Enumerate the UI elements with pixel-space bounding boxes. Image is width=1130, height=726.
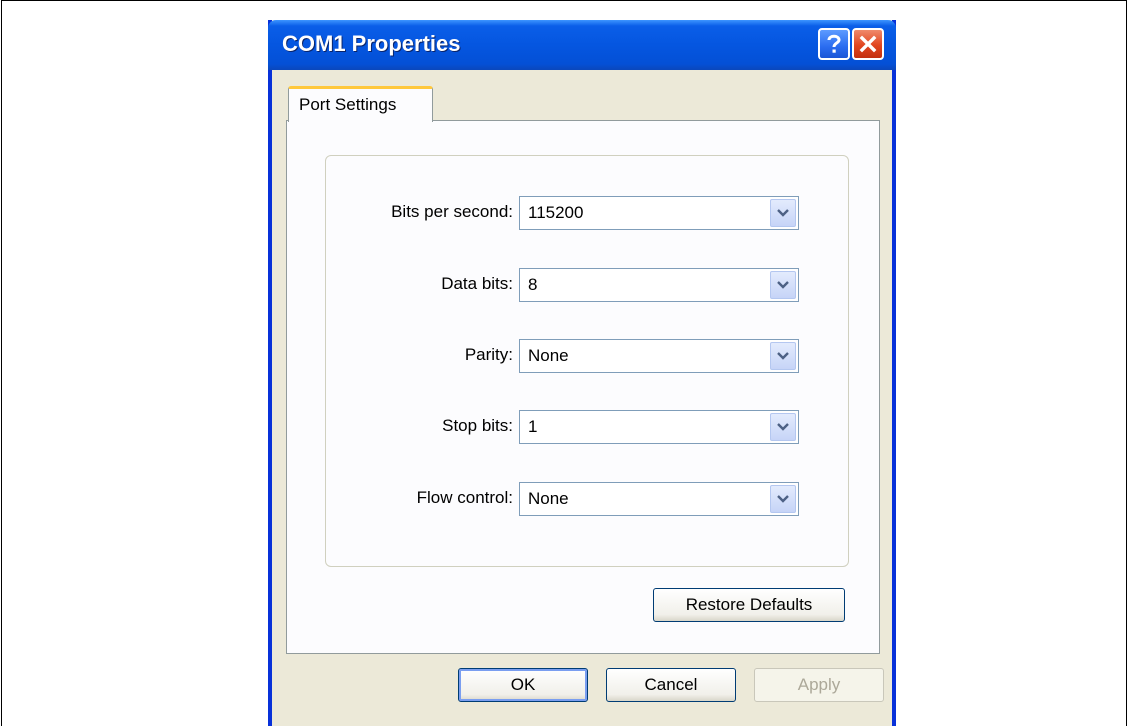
question-mark-icon (825, 33, 843, 55)
flow-control-value: None (528, 489, 569, 508)
chevron-down-icon[interactable] (770, 271, 796, 299)
stop-bits-select[interactable]: 1 (519, 410, 799, 444)
data-bits-select[interactable]: 8 (519, 268, 799, 302)
chevron-down-icon[interactable] (770, 485, 796, 513)
chevron-down-icon[interactable] (770, 199, 796, 227)
flow-control-label: Flow control: (416, 488, 513, 507)
help-button[interactable] (818, 28, 850, 60)
parity-value: None (528, 346, 569, 365)
close-button[interactable] (852, 28, 884, 60)
parity-label: Parity: (464, 345, 513, 364)
restore-defaults-button[interactable]: Restore Defaults (653, 588, 845, 622)
parity-row: Parity: (327, 339, 513, 373)
bits-per-second-row: Bits per second: (327, 196, 513, 230)
flow-control-select[interactable]: None (519, 482, 799, 516)
tab-panel: Bits per second: 115200 Data bits: 8 Par… (286, 120, 880, 654)
data-bits-row: Data bits: (327, 268, 513, 302)
stop-bits-row: Stop bits: (327, 410, 513, 444)
flow-control-row: Flow control: (327, 482, 513, 516)
stop-bits-value: 1 (528, 417, 538, 436)
bits-per-second-label: Bits per second: (391, 202, 513, 221)
chevron-down-icon[interactable] (770, 413, 796, 441)
bits-per-second-select[interactable]: 115200 (519, 196, 799, 230)
stop-bits-label: Stop bits: (442, 416, 513, 435)
apply-button: Apply (754, 668, 884, 702)
com1-properties-dialog: COM1 Properties Port Settings Bits per s… (268, 20, 896, 726)
chevron-down-icon[interactable] (770, 342, 796, 370)
window-title: COM1 Properties (282, 31, 461, 56)
ok-button[interactable]: OK (458, 668, 588, 702)
title-bar[interactable]: COM1 Properties (268, 20, 896, 70)
data-bits-value: 8 (528, 275, 538, 294)
cancel-button[interactable]: Cancel (606, 668, 736, 702)
tab-port-settings[interactable]: Port Settings (288, 86, 433, 122)
parity-select[interactable]: None (519, 339, 799, 373)
bits-per-second-value: 115200 (528, 203, 584, 222)
tab-label: Port Settings (299, 95, 397, 114)
close-x-icon (859, 35, 877, 53)
data-bits-label: Data bits: (441, 274, 513, 293)
